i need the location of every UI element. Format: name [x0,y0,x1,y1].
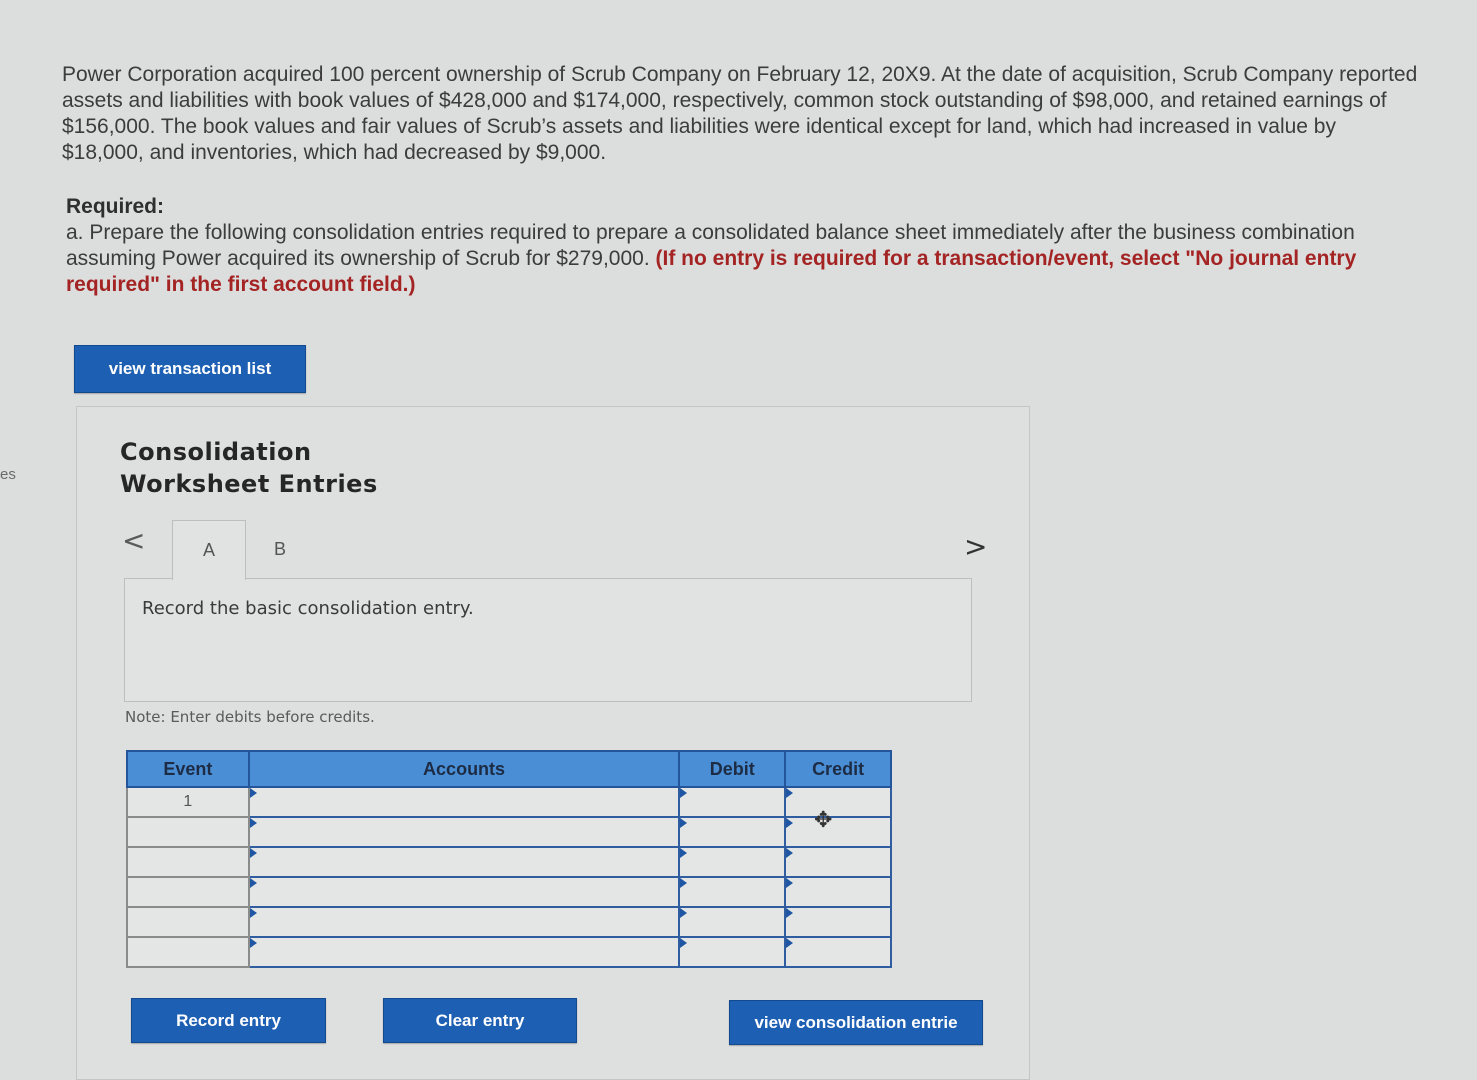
dropdown-marker-icon [249,788,257,798]
panel-title-line2: Worksheet Entries [120,470,378,498]
debit-input[interactable] [680,938,785,966]
view-transaction-list-button[interactable]: view transaction list [74,345,306,393]
account-select[interactable] [249,878,679,906]
table-row [126,816,892,848]
table-row: 1 [126,786,892,818]
debit-cell[interactable] [678,876,787,908]
account-select[interactable] [249,818,679,846]
dropdown-marker-icon [249,908,257,918]
debit-input[interactable] [680,788,785,816]
tab-b[interactable]: B [244,520,316,578]
column-header-debit: Debit [678,750,787,788]
cell-marker-icon [786,908,794,918]
debit-input[interactable] [680,848,785,876]
debit-input[interactable] [680,818,785,846]
credit-input[interactable] [786,818,890,846]
credit-cell[interactable] [784,906,892,938]
column-header-credit: Credit [784,750,892,788]
debit-cell[interactable] [678,816,787,848]
column-header-event: Event [126,750,250,788]
credit-cell[interactable] [784,846,892,878]
table-row [126,936,892,968]
dropdown-marker-icon [249,878,257,888]
cell-marker-icon [786,848,794,858]
cell-marker-icon [680,878,688,888]
account-cell[interactable] [247,936,681,968]
account-select[interactable] [249,788,679,816]
credit-input[interactable] [786,848,890,876]
table-row [126,876,892,908]
required-heading: Required: [66,195,165,218]
record-entry-button[interactable]: Record entry [131,998,326,1043]
cell-marker-icon [680,908,688,918]
view-consolidation-entries-button[interactable]: view consolidation entrie [729,1000,983,1045]
debit-credit-note: Note: Enter debits before credits. [125,708,375,726]
cell-marker-icon [680,788,688,798]
debit-cell[interactable] [678,846,787,878]
credit-cell[interactable] [784,936,892,968]
worksheet-panel [76,406,1030,1080]
journal-entry-table: Event Accounts Debit Credit 1 [126,750,892,968]
left-edge-label: es [0,466,16,483]
account-cell[interactable] [247,876,681,908]
account-cell[interactable] [247,846,681,878]
panel-title: Consolidation Worksheet Entries [120,436,378,500]
dropdown-marker-icon [249,938,257,948]
cell-marker-icon [680,938,688,948]
account-select[interactable] [249,938,679,966]
table-row [126,846,892,878]
cell-marker-icon [680,818,688,828]
entry-instruction: Record the basic consolidation entry. [142,598,474,619]
event-cell [126,876,250,908]
journal-header-row: Event Accounts Debit Credit [126,750,892,788]
account-select[interactable] [249,848,679,876]
credit-input[interactable] [786,788,890,816]
table-row [126,906,892,938]
event-cell [126,906,250,938]
event-cell: 1 [126,786,250,818]
credit-cell[interactable] [784,876,892,908]
credit-input[interactable] [786,878,890,906]
credit-input[interactable] [786,938,890,966]
credit-cell[interactable] [784,786,892,818]
required-section: Required: a. Prepare the following conso… [66,194,1406,298]
panel-title-line1: Consolidation [120,438,312,466]
cell-marker-icon [786,788,794,798]
next-arrow-icon[interactable]: > [964,530,987,563]
account-cell[interactable] [247,816,681,848]
debit-cell[interactable] [678,786,787,818]
account-cell[interactable] [247,786,681,818]
credit-input[interactable] [786,908,890,936]
event-cell [126,846,250,878]
account-select[interactable] [249,908,679,936]
debit-input[interactable] [680,878,785,906]
column-header-accounts: Accounts [247,750,681,788]
clear-entry-button[interactable]: Clear entry [383,998,577,1043]
credit-cell[interactable] [784,816,892,848]
cell-marker-icon [680,848,688,858]
event-cell [126,936,250,968]
account-cell[interactable] [247,906,681,938]
debit-input[interactable] [680,908,785,936]
dropdown-marker-icon [249,818,257,828]
dropdown-marker-icon [249,848,257,858]
previous-arrow-icon[interactable]: < [122,524,145,557]
cell-marker-icon [786,878,794,888]
cell-marker-icon [786,938,794,948]
event-cell [126,816,250,848]
tab-a[interactable]: A [172,520,246,580]
problem-statement: Power Corporation acquired 100 percent o… [62,63,1418,164]
entry-instruction-box [124,578,972,702]
debit-cell[interactable] [678,906,787,938]
cell-marker-icon [786,818,794,828]
debit-cell[interactable] [678,936,787,968]
